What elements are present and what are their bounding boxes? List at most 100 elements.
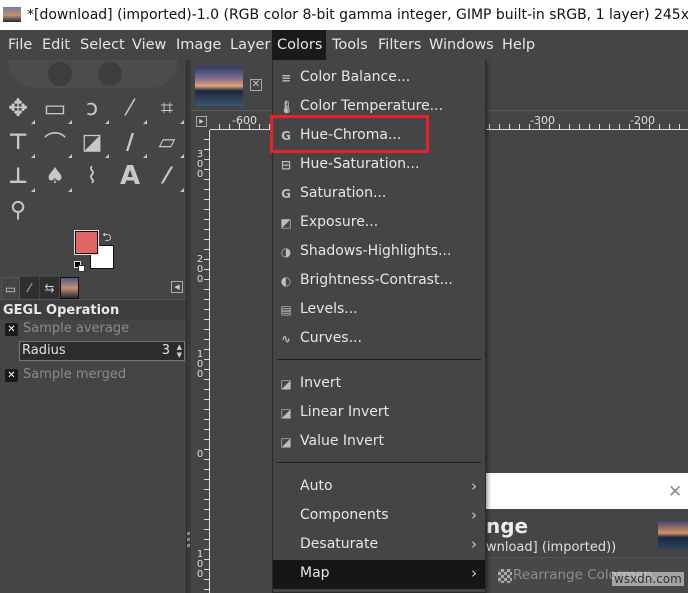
color-swatches: ⮌: [0, 228, 186, 276]
menu-item-desaturate[interactable]: Desaturate ›: [273, 531, 485, 560]
eraser-tool-icon[interactable]: ▱: [153, 128, 184, 158]
menu-item-map[interactable]: Map ›: [273, 560, 485, 589]
dock-menu-button[interactable]: ◀: [171, 281, 183, 293]
menu-help[interactable]: Help: [500, 30, 537, 60]
move-tool-icon[interactable]: ✥: [4, 94, 35, 124]
transform-tool-icon[interactable]: ⊤: [4, 128, 35, 158]
menu-item-label: Brightness-Contrast...: [300, 272, 453, 288]
images-tab[interactable]: [60, 277, 79, 299]
gimp-image-icon: [3, 7, 21, 22]
menu-item-linear-invert[interactable]: ◪ Linear Invert: [273, 399, 485, 428]
notification-subtitle: wnload] (imported)): [486, 540, 617, 555]
undo-history-tab[interactable]: ⇆: [40, 277, 59, 299]
smudge-tool-icon[interactable]: ♠: [41, 162, 72, 192]
menu-item-label: Hue-Saturation...: [300, 156, 420, 172]
sample-average-checkbox[interactable]: ✕: [5, 323, 18, 336]
menu-tools[interactable]: Tools: [330, 30, 370, 60]
menu-item-brightness-contrast[interactable]: ◐ Brightness-Contrast...: [273, 267, 485, 296]
menu-item-auto[interactable]: Auto ›: [273, 473, 485, 502]
menu-layer[interactable]: Layer: [228, 30, 272, 60]
crop-tool-icon[interactable]: ⌗: [153, 94, 184, 124]
sample-merged-label: Sample merged: [23, 367, 127, 382]
vruler-label: 300: [196, 149, 204, 180]
notification-bar: [486, 473, 688, 509]
menu-windows[interactable]: Windows: [427, 30, 496, 60]
menu-colors[interactable]: Colors: [272, 30, 326, 60]
notification-title: nge: [486, 514, 529, 538]
foreground-color-swatch[interactable]: [74, 230, 99, 255]
color-picker-tool-icon[interactable]: ⁄: [153, 162, 184, 192]
menu-item-label: Auto: [300, 478, 333, 494]
menu-item-shadows-highlights[interactable]: ◑ Shadows-Highlights...: [273, 238, 485, 267]
menu-item-label: Color Balance...: [300, 69, 411, 85]
tool-options-title: GEGL Operation: [3, 303, 120, 318]
rect-select-tool-icon[interactable]: ▭: [41, 94, 72, 124]
invert-icon: ◪: [280, 406, 292, 420]
menu-select[interactable]: Select: [78, 30, 127, 60]
hue-chroma-highlight-annotation: [270, 115, 429, 153]
brightness-contrast-icon: ◐: [280, 274, 292, 288]
divider-grip: [187, 544, 190, 547]
gegl-icon: G: [281, 187, 291, 201]
menu-item-hue-saturation[interactable]: ⊟ Hue-Saturation...: [273, 151, 485, 180]
vruler-label: 100: [196, 349, 204, 380]
menu-item-label: Exposure...: [300, 214, 379, 230]
vruler-label: 0: [196, 449, 204, 460]
sample-merged-checkbox[interactable]: ✕: [5, 369, 18, 382]
color-balance-icon: ≡: [280, 71, 292, 85]
divider-grip: [187, 538, 190, 541]
hue-saturation-icon: ⊟: [280, 158, 292, 172]
device-status-tab[interactable]: ⁄: [20, 277, 39, 299]
paths-tool-icon[interactable]: ⌇: [78, 162, 106, 190]
menu-filters[interactable]: Filters: [376, 30, 423, 60]
lasso-tool-icon[interactable]: ↄ: [78, 94, 109, 124]
menu-item-label: Invert: [300, 375, 342, 391]
wilber-logo: [8, 60, 178, 88]
submenu-arrow-icon: ›: [471, 535, 477, 553]
clone-tool-icon[interactable]: ⊥: [4, 162, 35, 192]
close-image-tab-icon[interactable]: ✕: [250, 79, 262, 91]
menu-item-label: Saturation...: [300, 185, 387, 201]
zoom-tool-icon[interactable]: ⚲: [4, 196, 32, 224]
menu-item-color-balance[interactable]: ≡ Color Balance...: [273, 64, 485, 93]
invert-icon: ◪: [280, 435, 292, 449]
watermark: wsxdn.com: [612, 572, 684, 586]
submenu-arrow-icon: ›: [471, 564, 477, 582]
reset-colors-icon[interactable]: [74, 261, 86, 273]
menu-item-value-invert[interactable]: ◪ Value Invert: [273, 428, 485, 457]
menu-view[interactable]: View: [130, 30, 168, 60]
bucket-fill-tool-icon[interactable]: ◪: [78, 128, 109, 158]
notification-thumbnail: [658, 520, 688, 549]
menu-item-label: Curves...: [300, 330, 362, 346]
radius-value[interactable]: 3: [162, 343, 170, 358]
menu-item-components[interactable]: Components ›: [273, 502, 485, 531]
swap-colors-icon[interactable]: ⮌: [102, 228, 112, 249]
vruler-label: 100: [196, 549, 204, 580]
text-tool-icon[interactable]: A: [116, 161, 144, 191]
warp-tool-icon[interactable]: ⌒: [41, 128, 72, 158]
menu-separator: [277, 462, 481, 463]
menu-item-invert[interactable]: ◪ Invert: [273, 370, 485, 399]
menu-image[interactable]: Image: [174, 30, 223, 60]
paintbrush-tool-icon[interactable]: ∕: [116, 128, 147, 158]
dock-tabs: ▭ ⁄ ⇆ ◀: [0, 277, 186, 299]
spin-arrows-icon[interactable]: ▲ ▼: [177, 343, 182, 359]
tool-options-tab[interactable]: ▭: [1, 277, 20, 299]
divider-grip: [187, 532, 190, 535]
menu-item-exposure[interactable]: ◩ Exposure...: [273, 209, 485, 238]
menu-file[interactable]: File: [6, 30, 34, 60]
radius-label: Radius: [22, 343, 66, 358]
fuzzy-select-tool-icon[interactable]: ⁄: [116, 94, 147, 124]
menu-edit[interactable]: Edit: [40, 30, 72, 60]
menu-item-saturation[interactable]: G Saturation...: [273, 180, 485, 209]
image-tab-thumbnail[interactable]: [195, 66, 243, 106]
quick-mask-toggle-icon[interactable]: ▶: [196, 116, 207, 127]
menu-item-curves[interactable]: ∿ Curves...: [273, 325, 485, 354]
close-notification-icon[interactable]: ✕: [668, 482, 682, 502]
menubar: File Edit Select View Image Layer Colors…: [0, 30, 688, 60]
menu-item-label: Shadows-Highlights...: [300, 243, 452, 259]
menu-item-levels[interactable]: ▤ Levels...: [273, 296, 485, 325]
menu-item-label: Levels...: [300, 301, 358, 317]
exposure-icon: ◩: [280, 216, 292, 230]
radius-spinbox[interactable]: Radius 3 ▲ ▼: [19, 341, 185, 361]
